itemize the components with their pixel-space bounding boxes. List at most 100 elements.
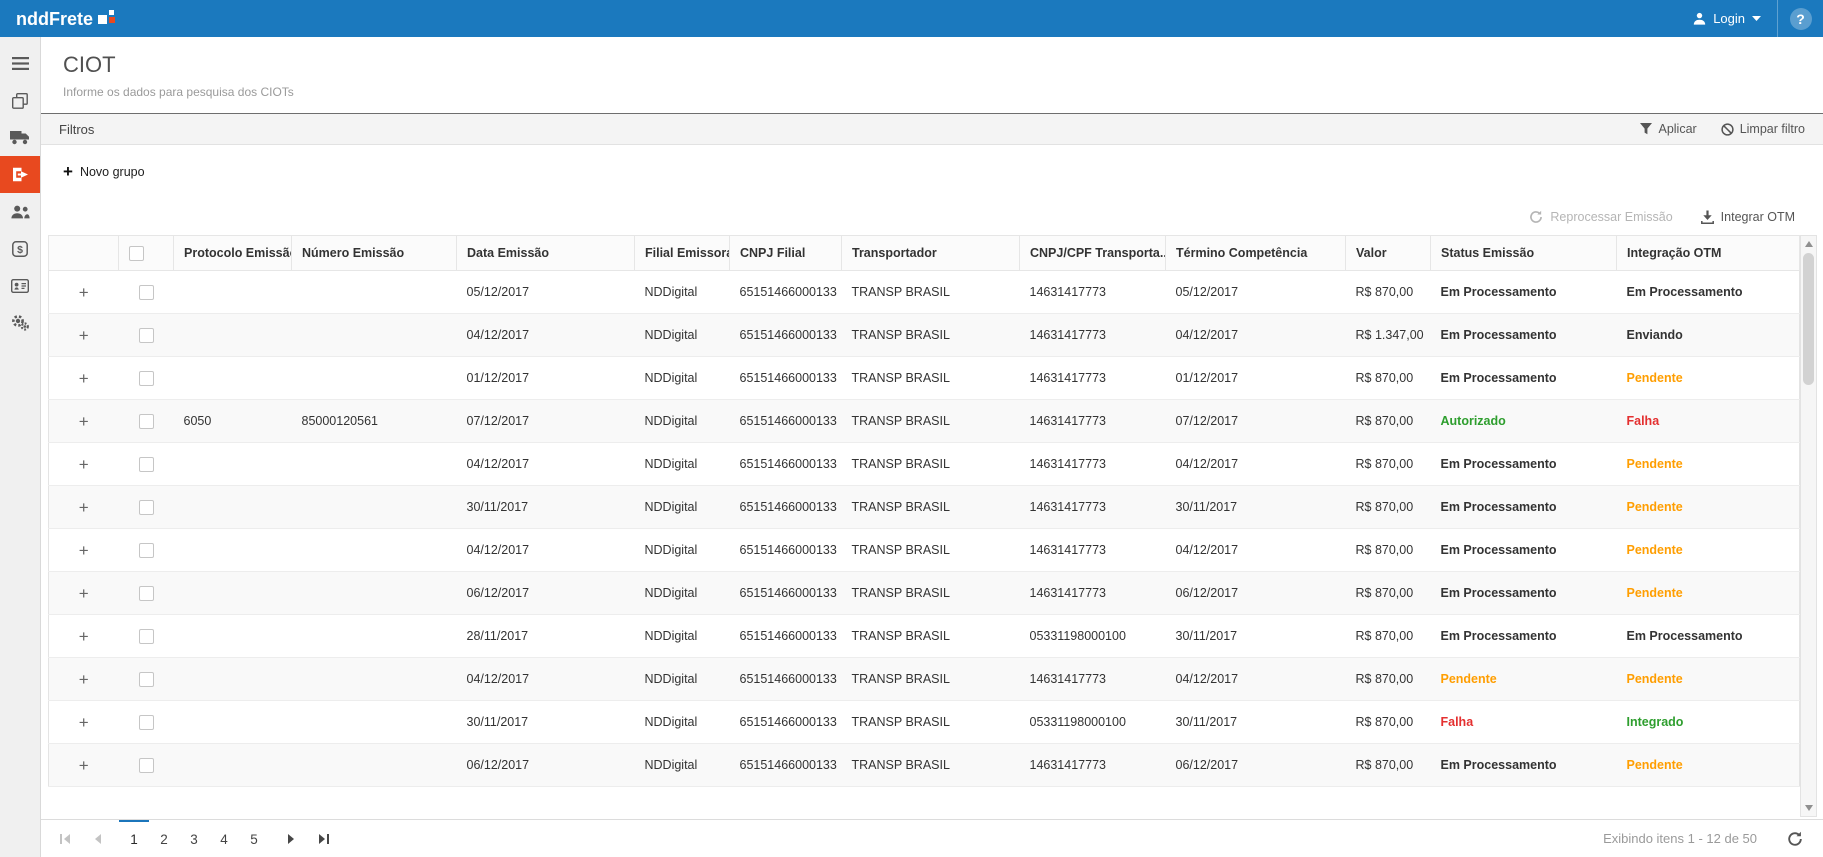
expand-row-button[interactable]: +: [79, 757, 89, 774]
expand-row-button[interactable]: +: [79, 499, 89, 516]
scrollbar-thumb[interactable]: [1803, 253, 1814, 385]
column-header[interactable]: Data Emissão: [457, 236, 635, 271]
vertical-scrollbar[interactable]: [1800, 235, 1817, 817]
apply-filter-button[interactable]: Aplicar: [1640, 122, 1696, 136]
row-checkbox[interactable]: [139, 543, 154, 558]
table-row: +06/12/2017NDDigital65151466000133TRANSP…: [49, 744, 1800, 787]
cell-termino: 01/12/2017: [1166, 357, 1346, 400]
pager-last-button[interactable]: [307, 820, 339, 857]
cell-termino: 30/11/2017: [1166, 701, 1346, 744]
cell-valor: R$ 870,00: [1346, 443, 1431, 486]
cell-termino: 06/12/2017: [1166, 744, 1346, 787]
sidebar-item-ledger[interactable]: [0, 267, 40, 304]
chevron-down-icon: [1752, 16, 1761, 21]
page-head: CIOT Informe os dados para pesquisa dos …: [41, 37, 1823, 99]
cell-transportador: TRANSP BRASIL: [842, 357, 1020, 400]
pager-page-2[interactable]: 2: [149, 820, 179, 857]
sidebar-item-menu[interactable]: [0, 45, 40, 82]
cell-termino: 05/12/2017: [1166, 271, 1346, 314]
cell-transportador: TRANSP BRASIL: [842, 271, 1020, 314]
cell-protocolo: [174, 443, 292, 486]
cell-filial: NDDigital: [635, 658, 730, 701]
scroll-down-arrow[interactable]: [1805, 805, 1813, 811]
expand-row-button[interactable]: +: [79, 585, 89, 602]
cell-data-emissao: 30/11/2017: [457, 701, 635, 744]
column-header[interactable]: CNPJ Filial: [730, 236, 842, 271]
pager-prev-button[interactable]: [81, 820, 113, 857]
column-header[interactable]: Status Emissão: [1431, 236, 1617, 271]
cell-protocolo: [174, 357, 292, 400]
cell-expand: +: [49, 486, 119, 529]
brand-name: nddFrete: [16, 9, 93, 29]
expand-row-button[interactable]: +: [79, 671, 89, 688]
expand-row-button[interactable]: +: [79, 714, 89, 731]
row-checkbox[interactable]: [139, 758, 154, 773]
dollar-icon: $: [12, 241, 28, 257]
sidebar-item-settings[interactable]: [0, 304, 40, 341]
cell-numero: [292, 357, 457, 400]
reprocess-emission-button[interactable]: Reprocessar Emissão: [1529, 210, 1672, 224]
cell-data-emissao: 01/12/2017: [457, 357, 635, 400]
cell-filial: NDDigital: [635, 271, 730, 314]
expand-row-button[interactable]: +: [79, 542, 89, 559]
cell-termino: 30/11/2017: [1166, 615, 1346, 658]
pager-page-1[interactable]: 1: [119, 820, 149, 857]
cell-protocolo: [174, 658, 292, 701]
row-checkbox[interactable]: [139, 500, 154, 515]
top-bar: nddFrete Login ?: [0, 0, 1823, 37]
expand-row-button[interactable]: +: [79, 284, 89, 301]
column-header[interactable]: Valor: [1346, 236, 1431, 271]
pager-page-3[interactable]: 3: [179, 820, 209, 857]
column-header[interactable]: Número Emissão: [292, 236, 457, 271]
cell-status-emissao: Em Processamento: [1431, 744, 1617, 787]
pager-page-5[interactable]: 5: [239, 820, 269, 857]
sidebar-item-truck[interactable]: [0, 119, 40, 156]
cell-checkbox: [119, 615, 174, 658]
expand-row-button[interactable]: +: [79, 370, 89, 387]
cell-status-emissao: Em Processamento: [1431, 443, 1617, 486]
login-button[interactable]: Login: [1677, 0, 1777, 37]
column-header[interactable]: CNPJ/CPF Transporta...: [1020, 236, 1166, 271]
new-group-button[interactable]: + Novo grupo: [63, 165, 145, 179]
row-checkbox[interactable]: [139, 586, 154, 601]
cell-data-emissao: 04/12/2017: [457, 658, 635, 701]
row-checkbox[interactable]: [139, 285, 154, 300]
cell-expand: +: [49, 615, 119, 658]
clear-filter-button[interactable]: Limpar filtro: [1721, 122, 1805, 136]
pager-first-button[interactable]: [49, 820, 81, 857]
column-header[interactable]: Protocolo Emissão: [174, 236, 292, 271]
row-checkbox[interactable]: [139, 414, 154, 429]
cell-valor: R$ 870,00: [1346, 701, 1431, 744]
sidebar-item-ciot[interactable]: [0, 156, 40, 193]
pager-next-button[interactable]: [275, 820, 307, 857]
row-checkbox[interactable]: [139, 672, 154, 687]
cell-cnpj-filial: 65151466000133: [730, 486, 842, 529]
column-header[interactable]: Integração OTM: [1617, 236, 1800, 271]
row-checkbox[interactable]: [139, 328, 154, 343]
sidebar-item-billing[interactable]: $: [0, 230, 40, 267]
sidebar-item-users[interactable]: [0, 193, 40, 230]
cell-termino: 04/12/2017: [1166, 314, 1346, 357]
sidebar-item-copy[interactable]: [0, 82, 40, 119]
column-header[interactable]: Término Competência: [1166, 236, 1346, 271]
expand-row-button[interactable]: +: [79, 628, 89, 645]
cell-protocolo: [174, 271, 292, 314]
expand-row-button[interactable]: +: [79, 413, 89, 430]
help-button[interactable]: ?: [1777, 0, 1823, 37]
clear-filter-label: Limpar filtro: [1740, 122, 1805, 136]
row-checkbox[interactable]: [139, 629, 154, 644]
select-all-checkbox[interactable]: [129, 246, 144, 261]
expand-row-button[interactable]: +: [79, 327, 89, 344]
cell-cnpj-filial: 65151466000133: [730, 357, 842, 400]
cell-termino: 04/12/2017: [1166, 529, 1346, 572]
expand-row-button[interactable]: +: [79, 456, 89, 473]
column-header[interactable]: Transportador: [842, 236, 1020, 271]
pager-page-4[interactable]: 4: [209, 820, 239, 857]
scroll-up-arrow[interactable]: [1805, 241, 1813, 247]
row-checkbox[interactable]: [139, 715, 154, 730]
integrate-otm-button[interactable]: Integrar OTM: [1701, 210, 1795, 224]
row-checkbox[interactable]: [139, 371, 154, 386]
row-checkbox[interactable]: [139, 457, 154, 472]
pager-refresh-button[interactable]: [1787, 831, 1803, 847]
column-header[interactable]: Filial Emissora: [635, 236, 730, 271]
